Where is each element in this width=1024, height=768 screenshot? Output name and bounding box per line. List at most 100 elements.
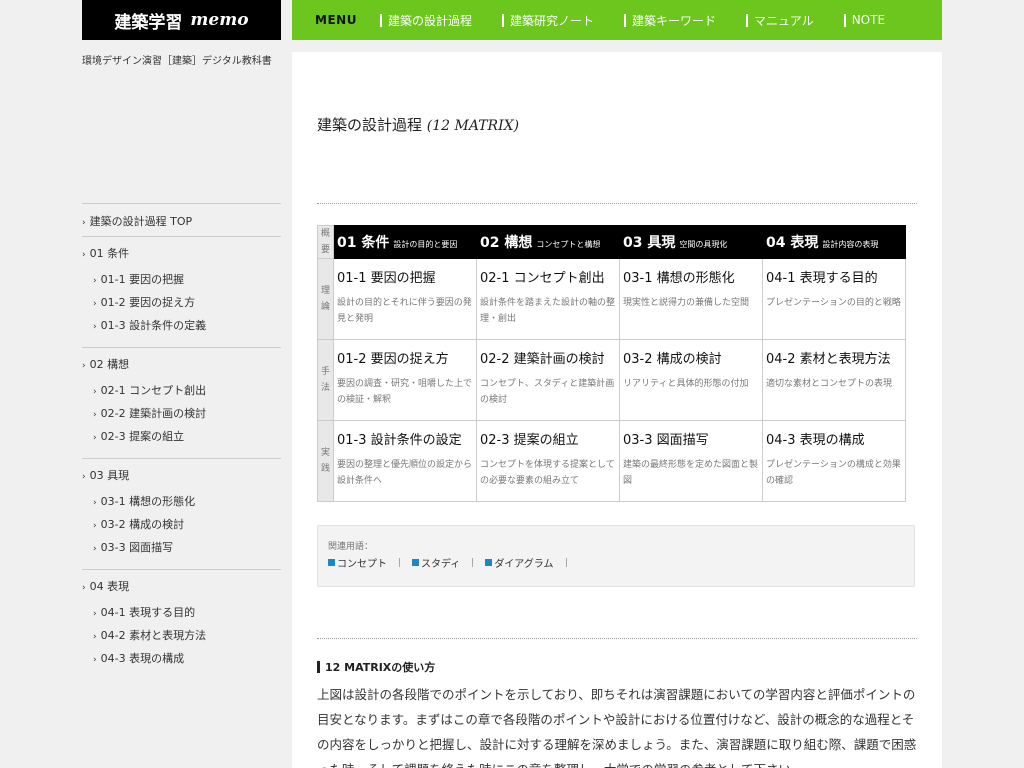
cell-desc: 設計の目的とそれに伴う要因の発見と発明 — [337, 298, 472, 324]
arrow-box-icon — [485, 559, 493, 566]
cell-title: 02-3 提案の組立 — [480, 433, 579, 448]
matrix-cell[interactable]: 03-3 図面描写 建築の最終形態を定めた図面と製図 — [619, 420, 763, 502]
matrix-row-label: 理論 — [320, 286, 330, 312]
matrix-cell[interactable]: 04-1 表現する目的 プレゼンテーションの目的と戦略 — [762, 258, 906, 340]
sidebar-subitem[interactable]: › 03-3 図面描写 — [82, 537, 281, 560]
related-tag[interactable]: ダイアグラム — [485, 555, 567, 570]
sidebar-subitem[interactable]: › 02-3 提案の組立 — [82, 426, 281, 449]
chevron-right-icon: › — [82, 472, 86, 482]
sidebar-item-top[interactable]: › 建築の設計過程 TOP — [82, 203, 281, 237]
matrix-cell[interactable]: 01-1 要因の把握 設計の目的とそれに伴う要因の発見と発明 — [333, 258, 477, 340]
nav-item-research-notes[interactable]: 建築研究ノート — [502, 12, 594, 29]
sidebar-item-label: 建築の設計過程 TOP — [89, 215, 193, 228]
matrix-corner: 概要 — [317, 225, 334, 259]
matrix-cell[interactable]: 03-2 構成の検討 リアリティと具体的形態の付加 — [619, 339, 763, 421]
related-tag[interactable]: コンセプト — [328, 555, 400, 570]
nav-item-manual[interactable]: マニュアル — [746, 12, 814, 29]
cell-desc: 建築の最終形態を定めた図面と製図 — [623, 460, 759, 486]
sidebar-section-label: 01 条件 — [89, 247, 130, 260]
matrix-cell[interactable]: 01-2 要因の捉え方 要因の調査・研究・咀嚼した上での検証・解釈 — [333, 339, 477, 421]
chevron-right-icon: › — [93, 410, 97, 420]
chevron-right-icon: › — [93, 299, 97, 309]
chevron-right-icon: › — [82, 250, 86, 260]
tag-separator — [472, 558, 474, 567]
logo-main: 建築学習 — [114, 12, 183, 33]
sidebar-section-label: 04 表現 — [89, 580, 130, 593]
sidebar-subitem[interactable]: › 02-1 コンセプト創出 — [82, 380, 281, 403]
matrix-cell[interactable]: 04-3 表現の構成 プレゼンテーションの構成と効果の確認 — [762, 420, 906, 502]
nav-item-note[interactable]: NOTE — [843, 13, 886, 27]
matrix-cell[interactable]: 02-1 コンセプト創出設計条件を踏まえた設計の軸の整理・創出 — [476, 258, 620, 340]
matrix-cell[interactable]: 04-2 素材と表現方法 適切な素材とコンセプトの表現 — [762, 339, 906, 421]
top-nav: MENU 建築の設計過程 建築研究ノート 建築キーワード マニュアル NOTE — [292, 0, 942, 40]
sidebar-subitem-label: 01-2 要因の捉え方 — [100, 296, 196, 309]
related-terms-box: 関連用語： コンセプト スタディ ダイアグラム — [317, 525, 915, 587]
sidebar-section-label: 03 具現 — [89, 469, 130, 482]
tag-separator — [565, 558, 567, 567]
chevron-right-icon: › — [93, 498, 97, 508]
chevron-right-icon: › — [93, 609, 97, 619]
matrix-row: 手法 01-2 要因の捉え方 要因の調査・研究・咀嚼した上での検証・解釈 02-2… — [317, 339, 906, 421]
cell-desc: コンセプト、スタディと建築計画の検討 — [480, 379, 615, 405]
sidebar-subitem[interactable]: › 03-2 構成の検討 — [82, 514, 281, 537]
matrix-row-head: 実践 — [317, 420, 334, 502]
sidebar-subitem[interactable]: › 03-1 構想の形態化 — [82, 491, 281, 514]
matrix-row: 実践 01-3 設計条件の設定 要因の整理と優先順位の設定から設計条件へ 02-3… — [317, 420, 906, 502]
chevron-right-icon: › — [93, 322, 97, 332]
col-head-desc: 空間の具現化 — [679, 240, 728, 249]
nav-item-design-process[interactable]: 建築の設計過程 — [380, 12, 472, 29]
chevron-right-icon: › — [93, 544, 97, 554]
col-head-num: 03 具現 — [623, 235, 676, 251]
arrow-box-icon — [328, 559, 335, 566]
sidebar-section-head[interactable]: › 01 条件 — [82, 245, 281, 261]
body-paragraph: 上図は設計の各段階でのポイントを示しており、即ちそれは演習課題においての学習内容… — [317, 687, 917, 768]
cell-desc: リアリティと具体的形態の付加 — [623, 379, 749, 389]
matrix-cell[interactable]: 02-3 提案の組立 コンセプトを体現する提案としての必要な要素の組み立て — [476, 420, 620, 502]
sidebar-subitem[interactable]: › 04-3 表現の構成 — [82, 648, 281, 671]
matrix-col-head[interactable]: 03 具現 空間の具現化 — [619, 225, 763, 259]
sidebar-section-head[interactable]: › 03 具現 — [82, 467, 281, 483]
sidebar-subitem[interactable]: › 02-2 建築計画の検討 — [82, 403, 281, 426]
menu-label: MENU — [315, 13, 357, 27]
site-logo[interactable]: 建築学習 memo — [82, 0, 281, 40]
related-tag[interactable]: スタディ — [412, 555, 474, 570]
sidebar-subitem-label: 01-1 要因の把握 — [100, 273, 185, 286]
heading-bar — [317, 661, 320, 673]
chevron-right-icon: › — [93, 521, 97, 531]
matrix-cell[interactable]: 02-2 建築計画の検討 コンセプト、スタディと建築計画の検討 — [476, 339, 620, 421]
divider — [317, 203, 917, 204]
sidebar-subitem[interactable]: › 01-2 要因の捉え方 — [82, 292, 281, 315]
matrix-col-head[interactable]: 01 条件 設計の目的と要因 — [333, 225, 477, 259]
site-tagline: 環境デザイン演習［建築］デジタル教科書 — [82, 56, 272, 67]
sidebar-subitem-label: 01-3 設計条件の定義 — [100, 319, 207, 332]
sidebar-subitem[interactable]: › 04-2 素材と表現方法 — [82, 625, 281, 648]
nav-item-label: NOTE — [851, 13, 886, 27]
matrix-col-head[interactable]: 02 構想 コンセプトと構想 — [476, 225, 620, 259]
cell-desc: プレゼンテーションの構成と効果の確認 — [766, 460, 901, 486]
sidebar-subitem-label: 02-3 提案の組立 — [100, 430, 185, 443]
nav-divider — [502, 13, 505, 27]
col-head-desc: コンセプトと構想 — [536, 240, 601, 249]
col-head-num: 01 条件 — [337, 235, 390, 251]
cell-desc: 設計条件を踏まえた設計の軸の整理・創出 — [480, 298, 616, 324]
sidebar-section-head[interactable]: › 04 表現 — [82, 578, 281, 594]
sidebar-subitem-label: 03-2 構成の検討 — [100, 518, 185, 531]
sidebar-subitem[interactable]: › 04-1 表現する目的 — [82, 602, 281, 625]
sidebar-subitem-label: 02-2 建築計画の検討 — [100, 407, 207, 420]
sidebar-subitem-label: 04-2 素材と表現方法 — [100, 629, 207, 642]
cell-title: 02-1 コンセプト創出 — [480, 271, 605, 286]
sidebar-section-head[interactable]: › 02 構想 — [82, 356, 281, 372]
matrix-cell[interactable]: 01-3 設計条件の設定 要因の整理と優先順位の設定から設計条件へ — [333, 420, 477, 502]
col-head-desc: 設計の目的と要因 — [393, 240, 458, 249]
sidebar-subitem[interactable]: › 01-3 設計条件の定義 — [82, 315, 281, 338]
sidebar-subitem-label: 02-1 コンセプト創出 — [100, 384, 207, 397]
sidebar-subitem[interactable]: › 01-1 要因の把握 — [82, 269, 281, 292]
chevron-right-icon: › — [93, 433, 97, 443]
matrix-row: 理論 01-1 要因の把握 設計の目的とそれに伴う要因の発見と発明 02-1 コン… — [317, 258, 906, 340]
cell-title: 01-3 設計条件の設定 — [337, 433, 462, 448]
nav-item-keywords[interactable]: 建築キーワード — [624, 12, 716, 29]
nav-item-label: 建築研究ノート — [510, 13, 595, 28]
cell-title: 03-1 構想の形態化 — [623, 271, 735, 286]
matrix-cell[interactable]: 03-1 構想の形態化 現実性と説得力の兼備した空間 — [619, 258, 763, 340]
matrix-col-head[interactable]: 04 表現 設計内容の表現 — [762, 225, 906, 259]
